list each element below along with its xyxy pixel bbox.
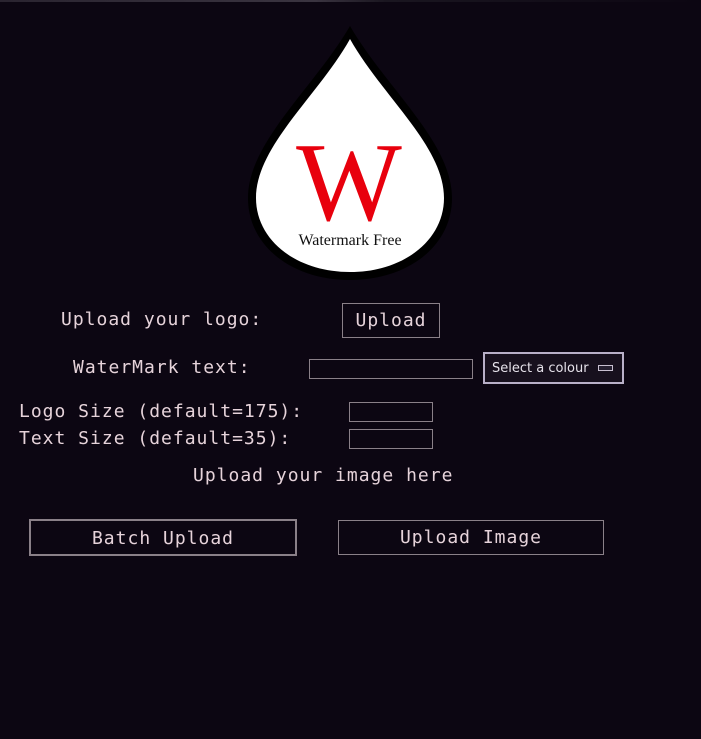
batch-upload-button[interactable]: Batch Upload (29, 519, 297, 556)
colour-swatch (598, 365, 613, 371)
colour-picker-label: Select a colour (492, 360, 589, 376)
colour-picker-button[interactable]: Select a colour (483, 352, 624, 384)
watermark-text-label: WaterMark text: (73, 357, 251, 378)
upload-image-heading: Upload your image here (193, 465, 454, 486)
upload-logo-button[interactable]: Upload (342, 303, 440, 338)
text-size-label: Text Size (default=35): (19, 428, 292, 449)
logo-size-label: Logo Size (default=175): (19, 401, 304, 422)
logo-letter: W (296, 121, 402, 245)
upload-logo-label: Upload your logo: (61, 309, 263, 330)
upload-image-button[interactable]: Upload Image (338, 520, 604, 555)
logo-size-input[interactable] (349, 402, 433, 422)
logo-caption: Watermark Free (298, 232, 401, 249)
watermark-text-input[interactable] (309, 359, 473, 379)
top-edge-line (0, 0, 701, 2)
text-size-input[interactable] (349, 429, 433, 449)
watermark-free-logo: W Watermark Free (248, 26, 452, 280)
